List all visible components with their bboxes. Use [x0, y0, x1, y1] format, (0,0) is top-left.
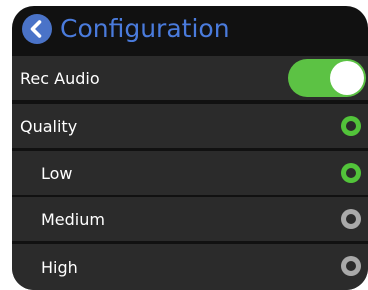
chevron-left-icon	[30, 20, 42, 38]
device-frame: Configuration Rec Audio Quality Low Medi…	[0, 0, 368, 290]
quality-label: Quality	[20, 116, 78, 136]
option-low-radio[interactable]	[341, 163, 361, 183]
quality-row[interactable]: Quality	[12, 104, 368, 148]
back-button[interactable]	[22, 14, 52, 44]
rec-audio-label: Rec Audio	[20, 68, 100, 88]
option-medium-label: Medium	[41, 209, 105, 229]
page-title: Configuration	[60, 14, 230, 43]
option-high-label: High	[41, 257, 78, 277]
option-medium-row[interactable]: Medium	[12, 197, 368, 241]
option-low-label: Low	[41, 163, 73, 183]
option-high-radio[interactable]	[341, 256, 361, 276]
option-low-row[interactable]: Low	[12, 151, 368, 195]
config-screen: Configuration Rec Audio Quality Low Medi…	[12, 6, 368, 290]
rec-audio-row[interactable]: Rec Audio	[12, 56, 368, 100]
option-medium-radio[interactable]	[341, 209, 361, 229]
toggle-knob	[330, 61, 364, 95]
rec-audio-toggle[interactable]	[288, 59, 366, 97]
header: Configuration	[12, 6, 368, 50]
quality-radio[interactable]	[341, 116, 361, 136]
option-high-row[interactable]: High	[12, 244, 368, 290]
